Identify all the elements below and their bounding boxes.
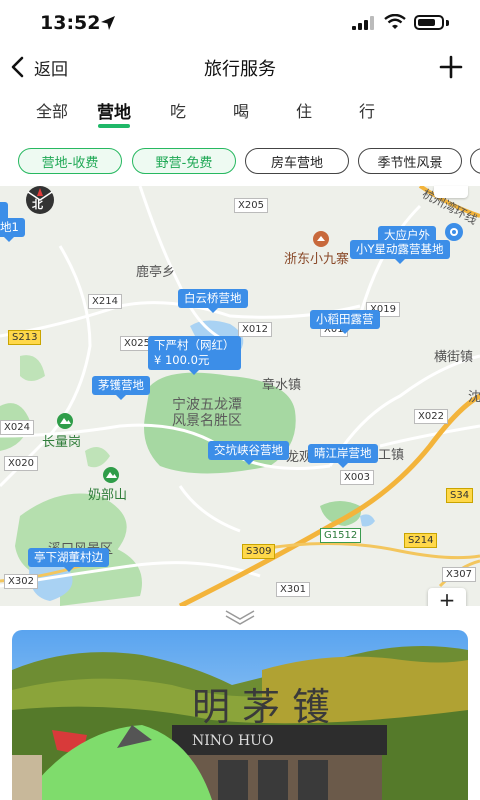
place-gongzhen: 工镇 xyxy=(378,448,405,463)
place-wulongtan-line2: 风景名胜区 xyxy=(172,413,242,429)
compass-label: 北 xyxy=(32,198,43,211)
chip-wild-free[interactable]: 野营-免费 xyxy=(132,148,236,174)
layer-button[interactable] xyxy=(434,186,468,198)
locate-icon[interactable] xyxy=(444,222,464,242)
status-time: 13:52 xyxy=(40,12,101,34)
map-pin-edge[interactable] xyxy=(0,202,8,226)
chevron-down-icon[interactable] xyxy=(222,608,258,626)
page-title: 旅行服务 xyxy=(204,59,276,80)
map-pin[interactable]: 交坑峡谷营地 xyxy=(208,441,289,465)
svg-text:NINO HUO: NINO HUO xyxy=(192,733,273,749)
map-pin[interactable]: 白云桥营地 xyxy=(178,289,248,313)
map-pin[interactable]: 茅镬营地 xyxy=(92,376,150,400)
map-pin-price[interactable]: 下严村（网红） ¥ 100.0元 xyxy=(148,336,241,375)
road-label: G1512 xyxy=(320,528,362,543)
road-label: S34 xyxy=(446,488,474,503)
chip-seasonal[interactable]: 季节性风景 xyxy=(358,148,462,174)
road-label: X205 xyxy=(234,198,268,213)
place-changliang: 长量岗 xyxy=(42,435,82,450)
tab-eat[interactable]: 吃 xyxy=(168,98,188,122)
place-zhangshui: 章水镇 xyxy=(262,378,302,393)
road-label: S213 xyxy=(8,330,42,345)
location-arrow-icon xyxy=(101,16,115,30)
camp-card-image[interactable]: NINO HUO 明 茅 镬 xyxy=(12,630,468,800)
road-label: X020 xyxy=(4,456,38,471)
attraction-icon xyxy=(313,231,329,247)
place-hengjie: 横街镇 xyxy=(434,350,474,365)
place-zhedong: 浙东小九寨 xyxy=(284,252,350,267)
tab-stay[interactable]: 住 xyxy=(294,98,314,122)
chip-rv-camp[interactable]: 房车营地 xyxy=(245,148,349,174)
road-label: X003 xyxy=(340,470,374,485)
road-label: X024 xyxy=(0,420,34,435)
road-label: S309 xyxy=(242,544,276,559)
road-label: X302 xyxy=(4,574,38,589)
tab-all[interactable]: 全部 xyxy=(34,98,70,122)
svg-text:明 茅 镬: 明 茅 镬 xyxy=(192,685,330,729)
battery-icon xyxy=(414,15,444,30)
add-icon[interactable] xyxy=(436,52,466,82)
map-pin[interactable]: 亭下湖董村边 xyxy=(28,548,109,572)
road-label: X022 xyxy=(414,409,448,424)
chip-camp-paid[interactable]: 营地-收费 xyxy=(18,148,122,174)
zoom-in-button[interactable]: + xyxy=(428,588,466,606)
tab-travel[interactable]: 行 xyxy=(357,98,377,122)
place-shen: 沈 xyxy=(468,390,480,405)
status-bar: 13:52 xyxy=(0,0,480,46)
tab-camp[interactable]: 营地 xyxy=(94,98,134,123)
pin-title: 下严村（网红） xyxy=(154,338,235,352)
tab-drink[interactable]: 喝 xyxy=(231,98,251,122)
signal-icon xyxy=(352,16,374,30)
mountain-icon xyxy=(57,413,73,429)
place-naibu: 奶部山 xyxy=(88,488,128,503)
wifi-icon xyxy=(384,14,406,29)
road-label: X301 xyxy=(276,582,310,597)
road-label: X307 xyxy=(442,567,476,582)
chip-more[interactable] xyxy=(470,148,480,174)
battery-cap xyxy=(446,20,449,26)
map-pin[interactable]: 晴江岸营地 xyxy=(308,444,378,468)
place-luting: 鹿亭乡 xyxy=(136,265,176,280)
active-tab-indicator xyxy=(98,124,130,128)
map-pin[interactable]: 小Y星动露营基地 xyxy=(350,240,450,264)
road-label: X012 xyxy=(238,322,272,337)
road-label: X214 xyxy=(88,294,122,309)
pin-price: ¥ 100.0元 xyxy=(154,353,210,367)
mountain-icon xyxy=(103,467,119,483)
map-pin[interactable]: 小稻田露营 xyxy=(310,310,380,334)
map-view[interactable]: 鹿亭乡 章水镇 宁波五龙潭 风景名胜区 长量岗 奶部山 横街镇 溪口风景区 浙东… xyxy=(0,186,480,606)
road-label: S214 xyxy=(404,533,438,548)
camp-photo: NINO HUO 明 茅 镬 xyxy=(12,630,468,800)
